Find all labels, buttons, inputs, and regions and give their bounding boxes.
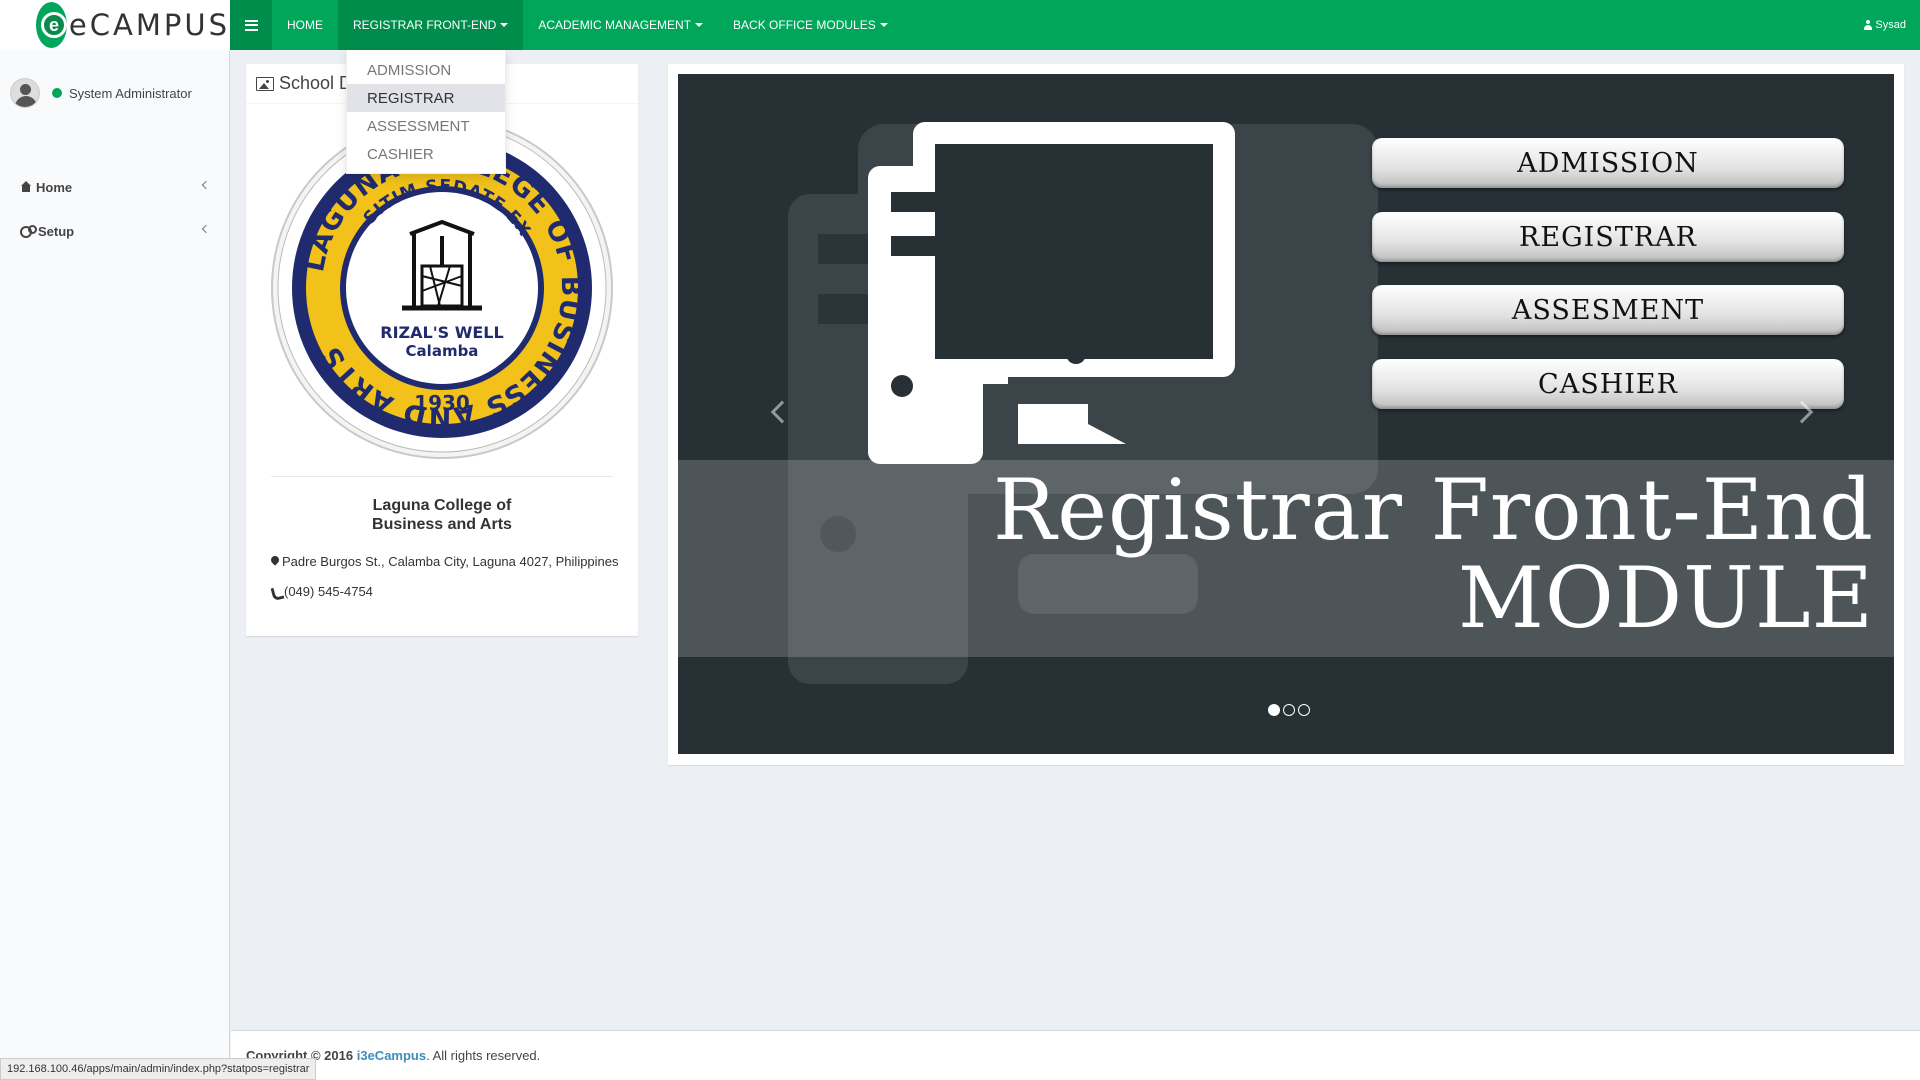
- sidebar-menu: Home Setup: [0, 165, 229, 253]
- map-marker-icon: [271, 556, 279, 567]
- browser-status-url: 192.168.100.46/apps/main/admin/index.php…: [0, 1058, 317, 1080]
- nav-registrar-front-end[interactable]: REGISTRAR FRONT-END: [338, 0, 524, 50]
- caret-down-icon: [695, 23, 704, 27]
- dropdown-item-cashier[interactable]: CASHIER: [347, 140, 505, 168]
- seal-year: 1930: [414, 391, 470, 415]
- logo-mark-icon: e: [36, 2, 67, 48]
- carousel-indicator[interactable]: [1283, 704, 1295, 716]
- avatar: [10, 78, 40, 108]
- top-navbar: e eCAMPUS HOME REGISTRAR FRONT-END ACADE…: [0, 0, 1920, 50]
- nav-home[interactable]: HOME: [272, 0, 338, 50]
- sidebar-item-setup[interactable]: Setup: [0, 209, 229, 253]
- seal-caption-2: Calamba: [406, 342, 479, 360]
- divider: [271, 476, 613, 477]
- user-menu[interactable]: Sysad: [1864, 0, 1906, 50]
- registrar-dropdown-menu: ADMISSION REGISTRAR ASSESSMENT CASHIER: [346, 50, 506, 174]
- slide-title: Registrar Front-End MODULE: [993, 461, 1874, 647]
- user-menu-label: Sysad: [1875, 19, 1906, 31]
- seal-caption-1: RIZAL'S WELL: [380, 323, 503, 342]
- carousel-button-cashier[interactable]: CASHIER: [1372, 359, 1844, 409]
- user-panel: System Administrator: [10, 78, 192, 108]
- carousel-indicators: [1268, 704, 1310, 716]
- chevron-left-icon: [201, 180, 211, 190]
- home-icon: [20, 181, 32, 192]
- logo[interactable]: e eCAMPUS: [0, 0, 230, 50]
- carousel-box: ADMISSION REGISTRAR ASSESMENT CASHIER Re…: [668, 64, 1904, 765]
- school-phone: (049) 545-4754: [271, 584, 373, 599]
- sidebar-item-label: Setup: [38, 223, 75, 239]
- carousel-indicator[interactable]: [1268, 704, 1280, 716]
- box-title: School D: [279, 73, 353, 93]
- dropdown-item-assessment[interactable]: ASSESSMENT: [347, 112, 505, 140]
- carousel-button-admission[interactable]: ADMISSION: [1372, 138, 1844, 188]
- school-name: Laguna College of Business and Arts: [372, 497, 512, 533]
- gears-icon: [20, 225, 37, 238]
- sidebar-item-home[interactable]: Home: [0, 165, 229, 209]
- chevron-left-icon: [201, 224, 211, 234]
- logo-text: eCAMPUS: [68, 8, 230, 42]
- footer-link[interactable]: i3eCampus: [357, 1048, 426, 1063]
- image-icon: [256, 76, 274, 91]
- main-nav: HOME REGISTRAR FRONT-END ACADEMIC MANAGE…: [272, 0, 903, 50]
- sidebar-toggle-button[interactable]: [230, 0, 272, 50]
- footer: Copyright © 2016 i3eCampus. All rights r…: [231, 1030, 1920, 1080]
- phone-icon: [271, 587, 281, 597]
- sidebar: System Administrator Home Setup: [0, 50, 230, 1080]
- online-status-icon: [52, 88, 62, 98]
- nav-academic-management[interactable]: ACADEMIC MANAGEMENT: [523, 0, 718, 50]
- sidebar-item-label: Home: [36, 179, 73, 195]
- hamburger-icon: [244, 19, 258, 31]
- module-carousel: ADMISSION REGISTRAR ASSESMENT CASHIER Re…: [678, 74, 1894, 754]
- caret-down-icon: [879, 23, 888, 27]
- user-name: System Administrator: [69, 85, 192, 101]
- carousel-button-assessment[interactable]: ASSESMENT: [1372, 285, 1844, 335]
- dropdown-item-registrar[interactable]: REGISTRAR: [347, 84, 505, 112]
- school-address: Padre Burgos St., Calamba City, Laguna 4…: [271, 554, 619, 569]
- carousel-button-registrar[interactable]: REGISTRAR: [1372, 212, 1844, 262]
- nav-back-office-modules[interactable]: BACK OFFICE MODULES: [718, 0, 903, 50]
- dropdown-item-admission[interactable]: ADMISSION: [347, 56, 505, 84]
- carousel-indicator[interactable]: [1298, 704, 1310, 716]
- user-icon: [1864, 20, 1873, 30]
- caret-down-icon: [500, 23, 509, 27]
